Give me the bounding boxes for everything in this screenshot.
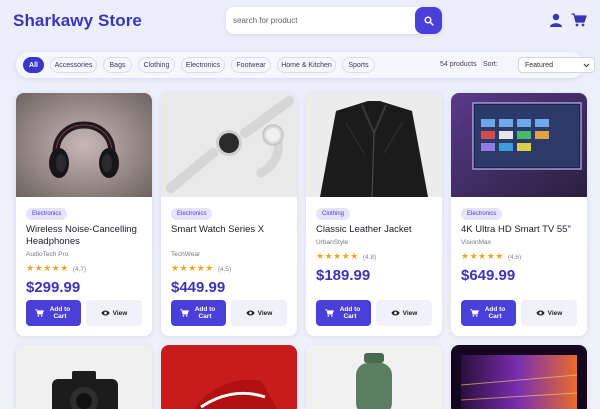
add-to-cart-button[interactable]: Add to Cart: [171, 300, 226, 326]
product-card[interactable]: [161, 345, 297, 409]
sort-label: Sort:: [483, 61, 498, 68]
chip-sports[interactable]: Sports: [342, 57, 375, 73]
eye-icon: [391, 310, 400, 316]
product-brand: TechWear: [171, 251, 201, 258]
product-image-leather-jacket[interactable]: [306, 93, 442, 197]
category-badge: Electronics: [461, 208, 503, 220]
view-label: View: [112, 309, 128, 317]
add-to-cart-label: Add to Cart: [484, 306, 506, 320]
product-image-bottle[interactable]: [306, 345, 442, 409]
stars-icon: ★★★★★: [316, 251, 359, 261]
product-image-laptop[interactable]: [451, 345, 587, 409]
sort-select[interactable]: Featured: [518, 57, 595, 73]
stars-icon: ★★★★★: [461, 251, 504, 261]
view-button[interactable]: View: [231, 300, 287, 326]
add-to-cart-button[interactable]: Add to Cart: [316, 300, 371, 326]
product-title[interactable]: Wireless Noise-Cancelling Headphones: [26, 224, 146, 248]
add-to-cart-button[interactable]: Add to Cart: [461, 300, 516, 326]
cart-icon[interactable]: [571, 13, 587, 27]
product-image-camera[interactable]: [16, 345, 152, 409]
view-label: View: [257, 309, 273, 317]
header: Sharkawy Store: [0, 0, 600, 44]
eye-icon: [101, 310, 110, 316]
stars-icon: ★★★★★: [26, 263, 69, 273]
star-rating: ★★★★★ (4.5): [171, 263, 231, 274]
star-rating: ★★★★★ (4.8): [316, 251, 376, 262]
search-icon: [424, 16, 434, 26]
chip-electronics[interactable]: Electronics: [181, 57, 225, 73]
view-label: View: [402, 309, 418, 317]
search-button[interactable]: [415, 7, 442, 34]
rating-value: (4.6): [507, 254, 522, 261]
product-image-sneaker[interactable]: [161, 345, 297, 409]
product-card[interactable]: Electronics 4K Ultra HD Smart TV 55" Vis…: [451, 93, 587, 336]
chip-clothing[interactable]: Clothing: [138, 57, 175, 73]
product-brand: AudioTech Pro: [26, 251, 69, 258]
rating-value: (4.8): [362, 254, 377, 261]
add-to-cart-label: Add to Cart: [194, 306, 216, 320]
view-label: View: [547, 309, 563, 317]
chip-all[interactable]: All: [23, 57, 44, 73]
view-button[interactable]: View: [376, 300, 432, 326]
rating-value: (4.7): [72, 266, 87, 273]
brand-logo[interactable]: Sharkawy Store: [13, 11, 142, 31]
star-rating: ★★★★★ (4.6): [461, 251, 521, 262]
product-card[interactable]: [306, 345, 442, 409]
product-brand: VisionMax: [461, 239, 491, 246]
category-badge: Electronics: [26, 208, 68, 220]
product-price: $449.99: [171, 279, 226, 296]
product-brand: UrbanStyle: [316, 239, 349, 246]
add-to-cart-button[interactable]: Add to Cart: [26, 300, 81, 326]
chip-home-kitchen[interactable]: Home & Kitchen: [277, 57, 336, 73]
product-title[interactable]: Smart Watch Series X: [171, 224, 291, 236]
product-title[interactable]: Classic Leather Jacket: [316, 224, 436, 236]
product-title[interactable]: 4K Ultra HD Smart TV 55": [461, 224, 581, 236]
product-card[interactable]: Electronics Wireless Noise-Cancelling He…: [16, 93, 152, 336]
chip-bags[interactable]: Bags: [103, 57, 132, 73]
product-image-headphones[interactable]: [16, 93, 152, 197]
eye-icon: [536, 310, 545, 316]
cart-icon: [470, 309, 479, 317]
add-to-cart-label: Add to Cart: [49, 306, 71, 320]
chip-footwear[interactable]: Footwear: [231, 57, 271, 73]
sort-value: Featured: [525, 61, 554, 69]
stars-icon: ★★★★★: [171, 263, 214, 273]
product-card[interactable]: [451, 345, 587, 409]
search-input[interactable]: [226, 7, 406, 34]
filter-bar: All Accessories Bags Clothing Electronic…: [16, 52, 595, 78]
eye-icon: [246, 310, 255, 316]
view-button[interactable]: View: [521, 300, 577, 326]
cart-icon: [180, 309, 189, 317]
product-image-smartwatch[interactable]: [161, 93, 297, 197]
chip-accessories[interactable]: Accessories: [50, 57, 97, 73]
rating-value: (4.5): [217, 266, 232, 273]
cart-icon: [325, 309, 334, 317]
view-button[interactable]: View: [86, 300, 142, 326]
product-price: $189.99: [316, 267, 371, 284]
product-card[interactable]: Electronics Smart Watch Series X TechWea…: [161, 93, 297, 336]
add-to-cart-label: Add to Cart: [339, 306, 361, 320]
search-bar: [226, 7, 442, 34]
star-rating: ★★★★★ (4.7): [26, 263, 86, 274]
product-image-smart-tv[interactable]: [451, 93, 587, 197]
product-count: 54 products: [440, 61, 477, 68]
category-badge: Clothing: [316, 208, 351, 220]
cart-icon: [35, 309, 44, 317]
product-card[interactable]: [16, 345, 152, 409]
user-icon[interactable]: [549, 13, 563, 27]
product-price: $649.99: [461, 267, 516, 284]
category-badge: Electronics: [171, 208, 213, 220]
product-price: $299.99: [26, 279, 81, 296]
chevron-down-icon: [583, 63, 590, 68]
product-card[interactable]: Clothing Classic Leather Jacket UrbanSty…: [306, 93, 442, 336]
